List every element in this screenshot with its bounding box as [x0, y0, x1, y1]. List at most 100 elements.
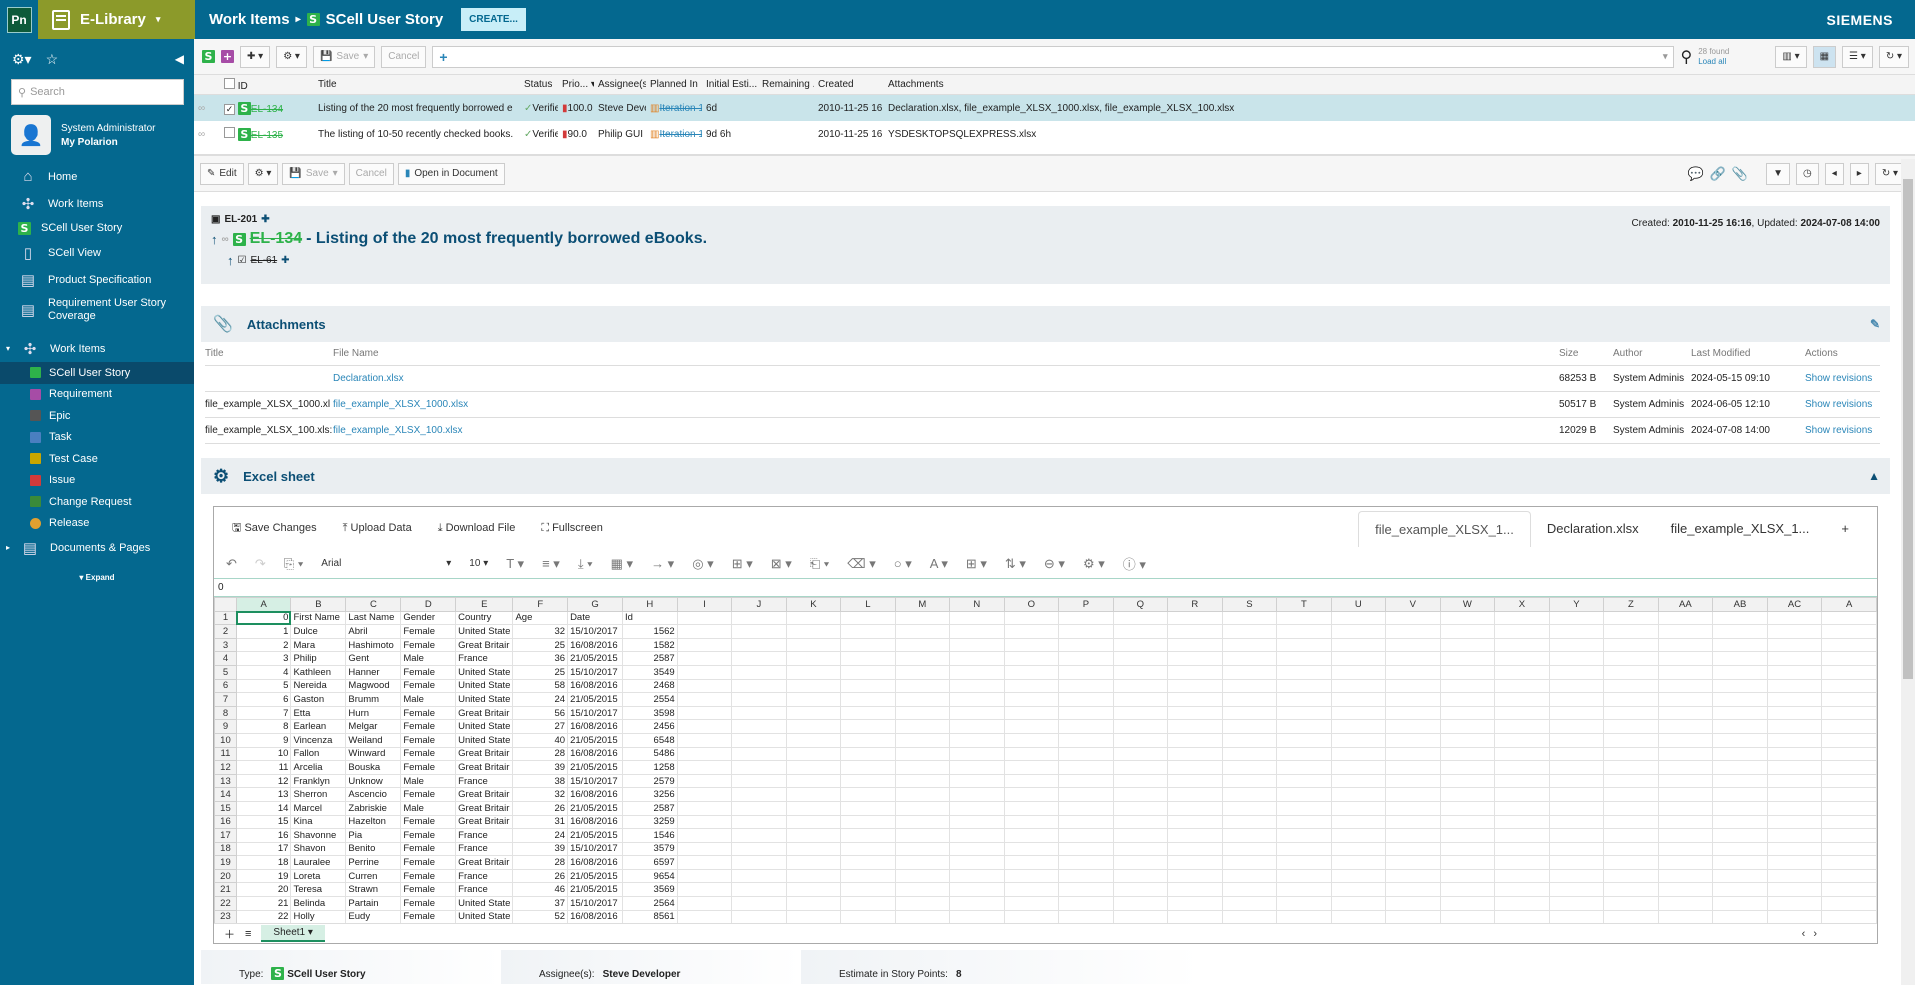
cell[interactable]: Abril: [345, 624, 402, 639]
cell[interactable]: Id: [622, 610, 678, 626]
cell[interactable]: [731, 909, 787, 925]
cell[interactable]: Shavonne: [290, 828, 347, 843]
cell[interactable]: [1330, 814, 1387, 830]
cell[interactable]: [1221, 800, 1278, 816]
cell[interactable]: Perrine: [345, 855, 402, 870]
cell[interactable]: [785, 828, 842, 843]
cell[interactable]: [1712, 814, 1768, 830]
cell[interactable]: [1058, 773, 1114, 789]
cell[interactable]: 52: [512, 909, 569, 925]
attachments-section-header[interactable]: 📎 Attachments ✎: [201, 306, 1890, 342]
cell[interactable]: [1385, 814, 1441, 830]
expand-button[interactable]: ▾ Expand: [0, 573, 194, 582]
cell[interactable]: [1766, 746, 1823, 762]
cell[interactable]: [949, 773, 1005, 789]
cell[interactable]: [1221, 909, 1278, 925]
cell[interactable]: [1603, 868, 1659, 884]
comment-icon[interactable]: ○ ▾: [894, 556, 912, 572]
cell[interactable]: 21/05/2015: [567, 760, 624, 775]
cell[interactable]: 14: [235, 800, 292, 816]
row-header[interactable]: 14: [214, 787, 237, 802]
cell[interactable]: 15/10/2017: [567, 624, 624, 639]
cell[interactable]: Female: [400, 855, 457, 870]
cell[interactable]: [1330, 760, 1387, 775]
cell[interactable]: [676, 705, 733, 721]
cell[interactable]: [676, 651, 733, 666]
cell[interactable]: [1712, 882, 1768, 898]
cell[interactable]: [731, 678, 787, 694]
cell[interactable]: [1712, 678, 1768, 694]
cell[interactable]: [1330, 787, 1387, 802]
row-header[interactable]: 15: [214, 800, 237, 816]
cell[interactable]: [1003, 828, 1060, 843]
cell[interactable]: [676, 882, 733, 898]
cell[interactable]: [1712, 664, 1768, 680]
cell[interactable]: 2456: [622, 719, 678, 734]
cell[interactable]: [1167, 678, 1223, 694]
cell[interactable]: [1167, 610, 1223, 626]
column-header[interactable]: A: [235, 597, 292, 612]
cell[interactable]: [1439, 882, 1496, 898]
cell[interactable]: [1058, 651, 1114, 666]
cell[interactable]: [1167, 705, 1223, 721]
font-color-icon[interactable]: A ▾: [930, 556, 948, 572]
cell[interactable]: [1167, 841, 1223, 857]
cell[interactable]: [1603, 814, 1659, 830]
cell[interactable]: Male: [400, 773, 457, 789]
cell[interactable]: [785, 637, 842, 653]
cell[interactable]: [676, 868, 733, 884]
column-header[interactable]: G: [567, 597, 624, 612]
cell[interactable]: [1494, 732, 1550, 748]
cell[interactable]: [1112, 719, 1169, 734]
cell[interactable]: [1766, 868, 1823, 884]
cell[interactable]: [1058, 705, 1114, 721]
cell[interactable]: [1167, 896, 1223, 911]
cell[interactable]: [1548, 610, 1605, 626]
cell[interactable]: [1385, 692, 1441, 707]
cell[interactable]: [1657, 746, 1714, 762]
column-header[interactable]: AA: [1657, 597, 1714, 612]
cell[interactable]: [1058, 909, 1114, 925]
cell[interactable]: 3579: [622, 841, 678, 857]
cell[interactable]: [1657, 814, 1714, 830]
cell[interactable]: 21/05/2015: [567, 692, 624, 707]
cell[interactable]: [1712, 773, 1768, 789]
file-tab[interactable]: file_example_XLSX_1...: [1358, 511, 1531, 547]
cell[interactable]: 9: [235, 732, 292, 748]
cell[interactable]: [1657, 828, 1714, 843]
file-tab[interactable]: file_example_XLSX_1...: [1655, 511, 1826, 547]
cell[interactable]: [1112, 896, 1169, 911]
cell[interactable]: 28: [512, 746, 569, 762]
cell[interactable]: Female: [400, 896, 457, 911]
excel-section-header[interactable]: ⚙ Excel sheet ▲: [201, 458, 1890, 494]
cell[interactable]: Great Britair: [455, 787, 514, 802]
cell[interactable]: [949, 610, 1005, 626]
cell[interactable]: [1112, 760, 1169, 775]
cell[interactable]: [840, 705, 896, 721]
cell[interactable]: [785, 868, 842, 884]
add-tab-button[interactable]: +: [1825, 511, 1865, 547]
next-button[interactable]: ▸: [1849, 162, 1869, 185]
cell[interactable]: 1562: [622, 624, 678, 639]
cell[interactable]: United State: [455, 692, 514, 707]
detail-cancel-button[interactable]: Cancel: [348, 162, 394, 185]
cell[interactable]: 6597: [622, 855, 678, 870]
cell[interactable]: [731, 664, 787, 680]
cell[interactable]: [1167, 909, 1223, 925]
sidebar-item-scell-user-story[interactable]: S SCell User Story: [0, 217, 194, 239]
cell[interactable]: [1003, 814, 1060, 830]
cell[interactable]: [840, 651, 896, 666]
cell[interactable]: [1221, 637, 1278, 653]
wrap-icon[interactable]: → ▾: [651, 556, 674, 572]
cell[interactable]: 2579: [622, 773, 678, 789]
cell[interactable]: [731, 760, 787, 775]
cell[interactable]: 16/08/2016: [567, 746, 624, 762]
sidebar-item-scell-view[interactable]: ▯ SCell View: [0, 239, 194, 266]
cell[interactable]: [1548, 868, 1605, 884]
cell[interactable]: [1276, 732, 1332, 748]
column-header[interactable]: M: [894, 597, 951, 612]
cell[interactable]: 1258: [622, 760, 678, 775]
cell[interactable]: [1167, 814, 1223, 830]
detail-gear-button[interactable]: ⚙ ▾: [247, 162, 279, 185]
cell[interactable]: [1058, 624, 1114, 639]
